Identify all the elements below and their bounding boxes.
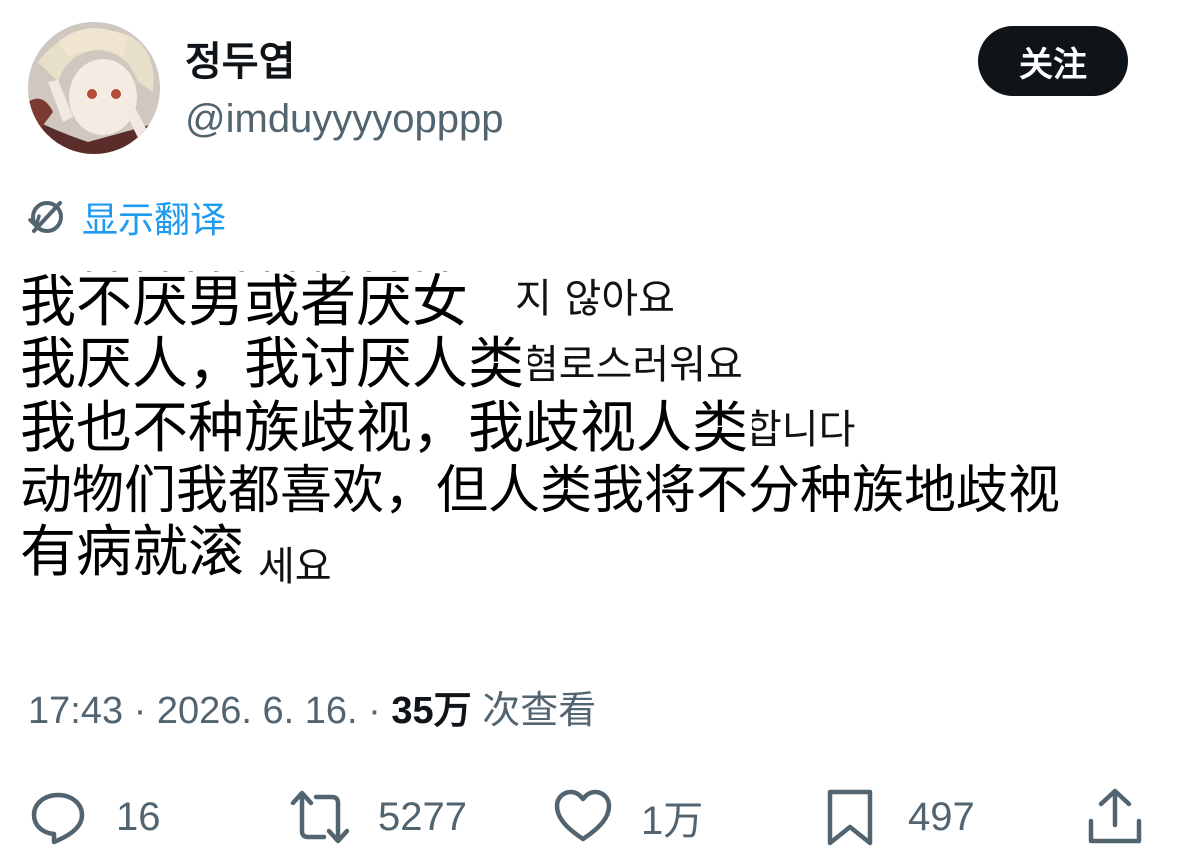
reply-icon [31, 792, 85, 845]
show-translation-button[interactable]: 显示翻译 [26, 193, 226, 241]
korean-text-line: 혐로스러워요 [522, 342, 743, 388]
share-icon [1088, 788, 1142, 844]
follow-button[interactable]: 关注 [978, 26, 1128, 96]
tweet-meta: 17:43 · 2026. 6. 16. · 35万 次查看 [28, 686, 596, 736]
avatar[interactable] [28, 22, 160, 154]
avatar-image [28, 22, 160, 154]
like-button[interactable]: 1万 [553, 780, 703, 854]
tweet-detail: 정두엽 @imduyyyyopppp 关注 显示翻译 — · · · · · ·… [0, 0, 1179, 863]
show-translation-label: 显示翻译 [82, 199, 227, 240]
korean-text-line: 지 않아요 [515, 276, 675, 322]
translate-icon [28, 201, 63, 233]
retweet-icon [290, 790, 350, 844]
retweet-button[interactable]: 5277 [290, 780, 467, 854]
views-label: 次查看 [471, 690, 597, 732]
display-name[interactable]: 정두엽 [185, 38, 295, 86]
korean-text-line: 합니다 [745, 407, 856, 453]
handle[interactable]: @imduyyyyopppp [185, 95, 504, 143]
chinese-text-line: 有病就滚 [20, 522, 248, 584]
korean-text-line: 세요 [258, 544, 332, 590]
like-count: 1万 [641, 799, 704, 843]
action-bar: 16 5277 1万 497 [0, 780, 1179, 854]
chinese-text-line: 我也不种族歧视，我歧视人类 [20, 398, 752, 460]
bookmark-count: 497 [908, 794, 975, 839]
reply-button[interactable]: 16 [28, 780, 161, 854]
share-button[interactable] [1085, 780, 1145, 854]
retweet-count: 5277 [378, 794, 467, 839]
timestamp[interactable]: 17:43 · 2026. 6. 16. · [28, 690, 391, 732]
views-count[interactable]: 35万 [391, 690, 471, 732]
reply-count: 16 [116, 794, 161, 839]
tweet-image[interactable]: — · · · · · · · · · · · · · · · 지 않아요 혐로… [0, 252, 1179, 597]
chinese-text-line: 动物们我都喜欢，但人类我将不分种族地歧视 [20, 460, 1065, 522]
chinese-text-line: 我不厌男或者厌女 [20, 272, 472, 334]
bookmark-button[interactable]: 497 [820, 780, 975, 854]
heart-icon [554, 789, 612, 842]
bookmark-icon [827, 789, 873, 846]
chinese-text-line: 我厌人，我讨厌人类 [20, 334, 528, 396]
